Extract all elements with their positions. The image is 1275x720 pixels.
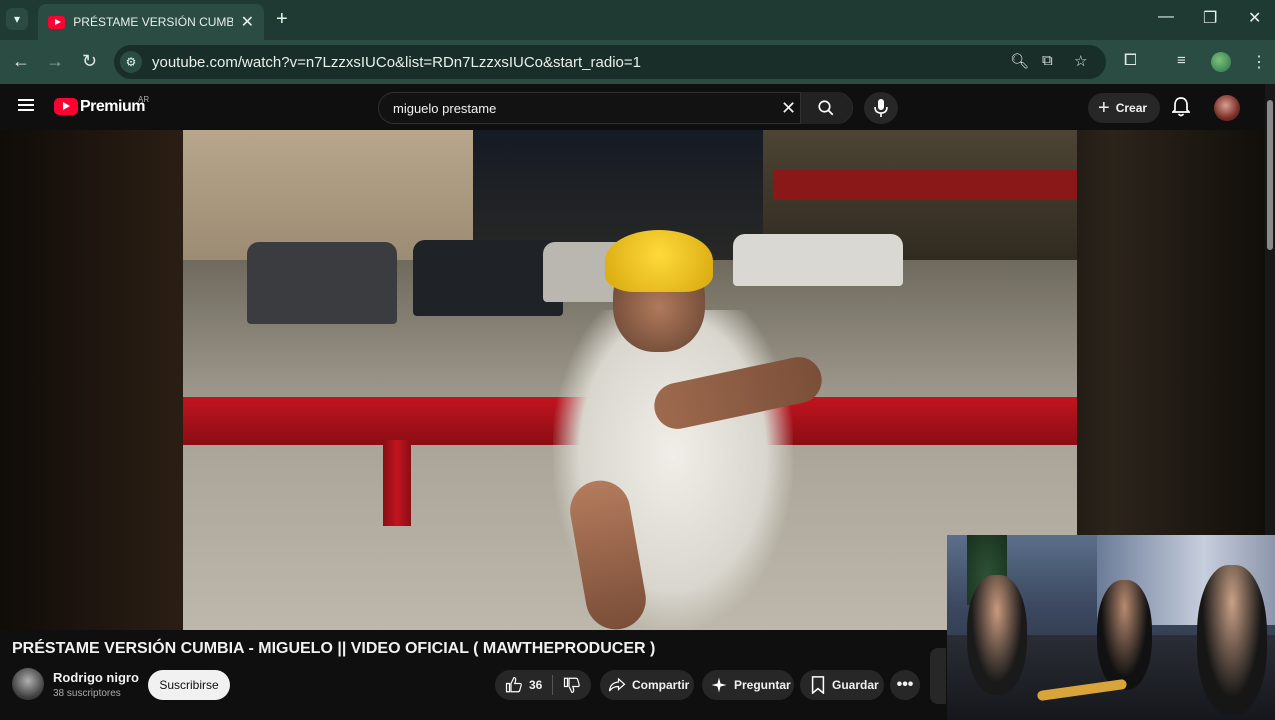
scrollbar-thumb[interactable] bbox=[1267, 100, 1273, 250]
subscriber-count: 38 suscriptores bbox=[53, 688, 121, 699]
scene-car bbox=[733, 234, 903, 286]
url-text: youtube.com/watch?v=n7LzzxsIUCo&list=RDn… bbox=[152, 53, 641, 71]
scene-yellow-cap bbox=[605, 230, 713, 292]
browser-profile-avatar[interactable] bbox=[1211, 52, 1231, 72]
search-input[interactable]: miguelo prestame bbox=[393, 101, 496, 116]
more-icon: ••• bbox=[896, 676, 914, 693]
address-bar[interactable]: ⚙ youtube.com/watch?v=n7LzzxsIUCo&list=R… bbox=[114, 45, 1106, 79]
ask-label: Preguntar bbox=[734, 678, 791, 692]
window-close-icon[interactable]: ✕ bbox=[1248, 8, 1261, 28]
cam-person bbox=[967, 575, 1027, 695]
create-label: Crear bbox=[1115, 101, 1148, 115]
share-button[interactable]: Compartir bbox=[600, 670, 694, 700]
tab-search-button[interactable]: ▾ bbox=[6, 8, 28, 30]
like-separator bbox=[552, 675, 554, 695]
scene-car bbox=[247, 242, 397, 324]
youtube-logo-icon[interactable] bbox=[54, 98, 78, 115]
cam-person bbox=[1197, 565, 1267, 715]
webcam-overlay bbox=[947, 535, 1275, 720]
create-button[interactable]: + Crear bbox=[1088, 93, 1160, 123]
scene-railing-post bbox=[383, 440, 411, 526]
sparkle-icon bbox=[711, 677, 727, 693]
youtube-favicon-icon bbox=[48, 15, 66, 29]
back-icon[interactable]: ← bbox=[12, 51, 30, 72]
youtube-header: Premium AR miguelo prestame ✕ + Crear bbox=[0, 84, 1275, 130]
more-actions-button[interactable]: ••• bbox=[890, 670, 920, 700]
share-icon bbox=[608, 677, 626, 692]
voice-search-button[interactable] bbox=[864, 92, 898, 124]
bookmark-star-icon[interactable]: ☆ bbox=[1074, 52, 1087, 70]
bookmark-icon bbox=[811, 676, 825, 694]
restore-icon[interactable]: ❐ bbox=[1203, 8, 1217, 28]
save-button[interactable]: Guardar bbox=[800, 670, 884, 700]
forward-icon[interactable]: → bbox=[46, 51, 64, 72]
menu-icon[interactable] bbox=[18, 99, 34, 111]
video-frame[interactable] bbox=[183, 130, 1077, 630]
browser-toolbar: ← → ↻ ⚙ youtube.com/watch?v=n7LzzxsIUCo&… bbox=[0, 40, 1275, 84]
scene-car bbox=[413, 240, 563, 316]
extensions-icon[interactable]: ⧠ bbox=[1124, 52, 1137, 70]
like-count[interactable]: 36 bbox=[529, 678, 542, 692]
like-dislike-group: 36 bbox=[495, 670, 591, 700]
microphone-icon bbox=[874, 99, 888, 117]
site-info-icon[interactable]: ⚙ bbox=[120, 51, 142, 73]
browser-tab-bar: ▾ PRÉSTAME VERSIÓN CUMBIA - MI ✕ + — ❐ ✕ bbox=[0, 0, 1275, 40]
channel-name[interactable]: Rodrigo nigro bbox=[53, 670, 139, 685]
search-button[interactable] bbox=[800, 92, 852, 124]
search-box[interactable]: miguelo prestame ✕ bbox=[378, 92, 853, 124]
chrome-menu-icon[interactable]: ⋮ bbox=[1251, 52, 1267, 72]
cam-person bbox=[1097, 580, 1152, 690]
scene-red-band bbox=[773, 170, 1077, 200]
share-label: Compartir bbox=[632, 678, 690, 692]
dislike-icon[interactable] bbox=[563, 676, 581, 694]
media-controls-icon[interactable]: ≡ bbox=[1177, 52, 1186, 69]
youtube-logo-text[interactable]: Premium bbox=[80, 98, 145, 116]
subscribe-button[interactable]: Suscribirse bbox=[148, 670, 230, 700]
new-tab-icon[interactable]: + bbox=[276, 8, 288, 31]
browser-tab[interactable]: PRÉSTAME VERSIÓN CUMBIA - MI ✕ bbox=[38, 4, 264, 40]
country-code: AR bbox=[138, 95, 150, 104]
channel-avatar[interactable] bbox=[12, 668, 44, 700]
clear-search-icon[interactable]: ✕ bbox=[781, 98, 796, 119]
side-panel-edge[interactable] bbox=[930, 648, 946, 704]
zoom-icon[interactable]: 🔍︎ bbox=[1010, 52, 1029, 70]
search-icon bbox=[818, 100, 834, 116]
save-label: Guardar bbox=[832, 678, 879, 692]
reload-icon[interactable]: ↻ bbox=[82, 51, 97, 72]
minimize-icon[interactable]: — bbox=[1158, 8, 1174, 26]
plus-icon: + bbox=[1098, 96, 1110, 119]
like-icon[interactable] bbox=[505, 676, 523, 694]
notifications-bell-icon[interactable] bbox=[1172, 97, 1190, 117]
video-title: PRÉSTAME VERSIÓN CUMBIA - MIGUELO || VID… bbox=[12, 640, 656, 657]
tab-title: PRÉSTAME VERSIÓN CUMBIA - MI bbox=[73, 15, 233, 29]
ask-button[interactable]: Preguntar bbox=[702, 670, 794, 700]
account-avatar[interactable] bbox=[1214, 95, 1240, 121]
install-app-icon[interactable]: ⧉ bbox=[1042, 52, 1053, 69]
tab-close-icon[interactable]: ✕ bbox=[241, 12, 254, 32]
